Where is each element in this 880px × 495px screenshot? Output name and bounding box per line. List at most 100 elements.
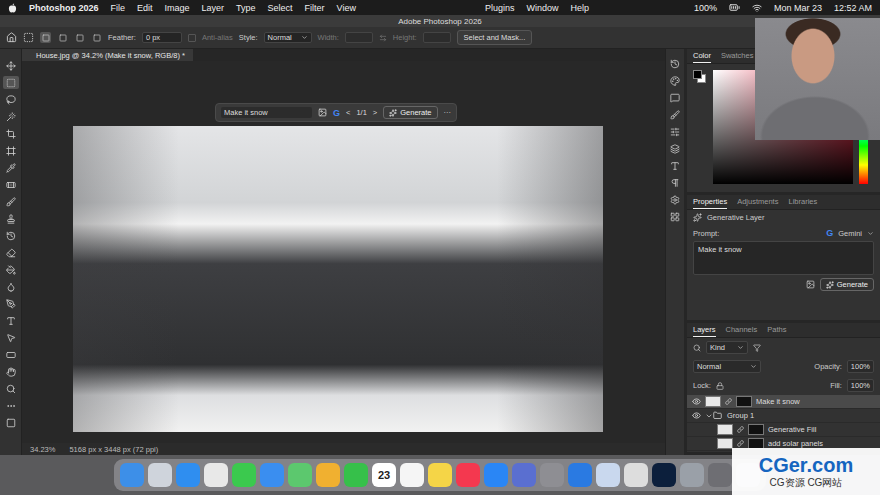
dock-app[interactable] [148, 463, 172, 487]
dock-app[interactable] [204, 463, 228, 487]
filter-icon[interactable] [753, 344, 761, 352]
tool-button[interactable] [3, 314, 19, 327]
more-button[interactable]: ··· [444, 108, 452, 117]
visibility-toggle[interactable] [691, 397, 701, 407]
panel-tab[interactable]: Layers [693, 323, 716, 337]
panel-tab[interactable]: Libraries [788, 195, 817, 209]
model-select[interactable]: Gemini [838, 229, 862, 238]
comments-icon[interactable] [670, 93, 680, 103]
style-select[interactable]: Normal [264, 32, 312, 43]
adjust-icon[interactable] [670, 127, 680, 137]
panel-tab[interactable]: Adjustments [737, 195, 778, 209]
next-button[interactable]: > [373, 108, 377, 117]
panel-tab[interactable]: Properties [693, 195, 727, 209]
chevron-down-icon[interactable] [705, 412, 713, 420]
calendar-app[interactable]: 23 [372, 463, 396, 487]
dock-app[interactable] [484, 463, 508, 487]
tool-button[interactable] [3, 331, 19, 344]
tool-button[interactable] [3, 382, 19, 395]
selection-mode[interactable] [40, 32, 51, 43]
dock-app[interactable] [680, 463, 704, 487]
tool-button[interactable] [3, 212, 19, 225]
panel-tab[interactable]: Color [693, 49, 711, 63]
tool-button[interactable] [3, 76, 19, 89]
tool-button[interactable] [3, 59, 19, 72]
select-and-mask-button[interactable]: Select and Mask... [457, 30, 533, 45]
wifi-icon[interactable] [752, 3, 762, 13]
home-icon[interactable] [6, 32, 17, 43]
dock-app[interactable] [260, 463, 284, 487]
dock-app[interactable] [456, 463, 480, 487]
tool-button[interactable] [3, 110, 19, 123]
menu-item[interactable]: Filter [305, 3, 325, 13]
dock-app[interactable] [540, 463, 564, 487]
layer-row[interactable]: Generative Fill [687, 423, 880, 437]
paragraph-icon[interactable] [670, 178, 680, 188]
chevron-down-icon[interactable] [867, 230, 874, 237]
tool-button[interactable] [3, 195, 19, 208]
fill-field[interactable]: 100% [847, 379, 874, 392]
dock-app[interactable] [624, 463, 648, 487]
dock-app[interactable] [344, 463, 368, 487]
menu-item[interactable]: Edit [137, 3, 153, 13]
lock-icon[interactable] [716, 382, 724, 390]
dock-app[interactable] [232, 463, 256, 487]
visibility-toggle[interactable] [691, 439, 701, 449]
feather-field[interactable]: 0 px [142, 32, 182, 43]
tool-button[interactable] [3, 280, 19, 293]
blend-mode-select[interactable]: Normal [693, 360, 761, 373]
menu-item[interactable]: Image [165, 3, 190, 13]
panel-tab[interactable]: Channels [726, 323, 758, 337]
tool-button[interactable] [3, 297, 19, 310]
document-tab[interactable]: House.jpg @ 34.2% (Make it snow, RGB/8) … [22, 49, 193, 61]
settings-icon[interactable] [670, 195, 680, 205]
prompt-textarea[interactable]: Make it snow [693, 241, 874, 275]
reference-image-icon[interactable] [318, 108, 327, 117]
filter-select[interactable]: Kind [706, 341, 748, 354]
prompt-input[interactable]: Make it snow [221, 107, 312, 118]
color-swatches[interactable] [693, 70, 707, 84]
menu-item[interactable]: File [111, 3, 126, 13]
tool-button[interactable] [3, 178, 19, 191]
height-field[interactable] [423, 32, 451, 43]
tool-button[interactable] [3, 161, 19, 174]
character-icon[interactable] [670, 161, 680, 171]
previous-button[interactable]: < [346, 108, 350, 117]
reference-image-icon[interactable] [806, 280, 815, 289]
dock-app[interactable] [120, 463, 144, 487]
tool-button[interactable] [3, 348, 19, 361]
generate-button[interactable]: Generate [383, 106, 437, 119]
menu-item[interactable]: Plugins [485, 3, 515, 13]
layer-row[interactable]: Group 1 [687, 409, 880, 423]
layers-icon[interactable] [670, 144, 680, 154]
tool-button[interactable] [3, 263, 19, 276]
tool-button[interactable] [3, 365, 19, 378]
menu-item[interactable]: Help [571, 3, 590, 13]
battery-icon[interactable] [729, 2, 740, 13]
dock-app[interactable] [512, 463, 536, 487]
selection-mode[interactable] [74, 32, 85, 43]
dock-app[interactable] [400, 463, 424, 487]
tool-button[interactable] [3, 127, 19, 140]
time[interactable]: 12:52 AM [834, 3, 872, 13]
dock-app[interactable] [176, 463, 200, 487]
opacity-field[interactable]: 100% [847, 360, 874, 373]
panel-tab[interactable]: Swatches [721, 49, 754, 63]
swap-icon[interactable] [379, 34, 387, 42]
menu-item[interactable]: Layer [202, 3, 225, 13]
menu-item[interactable]: Select [268, 3, 293, 13]
panel-tab[interactable]: Paths [767, 323, 786, 337]
brush-icon[interactable] [670, 110, 680, 120]
tool-button[interactable] [3, 246, 19, 259]
generate-button[interactable]: Generate [820, 278, 874, 291]
zoom-level[interactable]: 34.23% [30, 445, 55, 454]
history-icon[interactable] [670, 59, 680, 69]
dock-app[interactable] [316, 463, 340, 487]
menu-item[interactable]: View [337, 3, 356, 13]
foreground-swatch[interactable] [693, 70, 702, 79]
dock-app[interactable] [652, 463, 676, 487]
anti-alias-checkbox[interactable] [188, 34, 196, 42]
marquee-icon[interactable] [23, 32, 34, 43]
palette-icon[interactable] [670, 76, 680, 86]
tool-button[interactable] [3, 416, 19, 429]
